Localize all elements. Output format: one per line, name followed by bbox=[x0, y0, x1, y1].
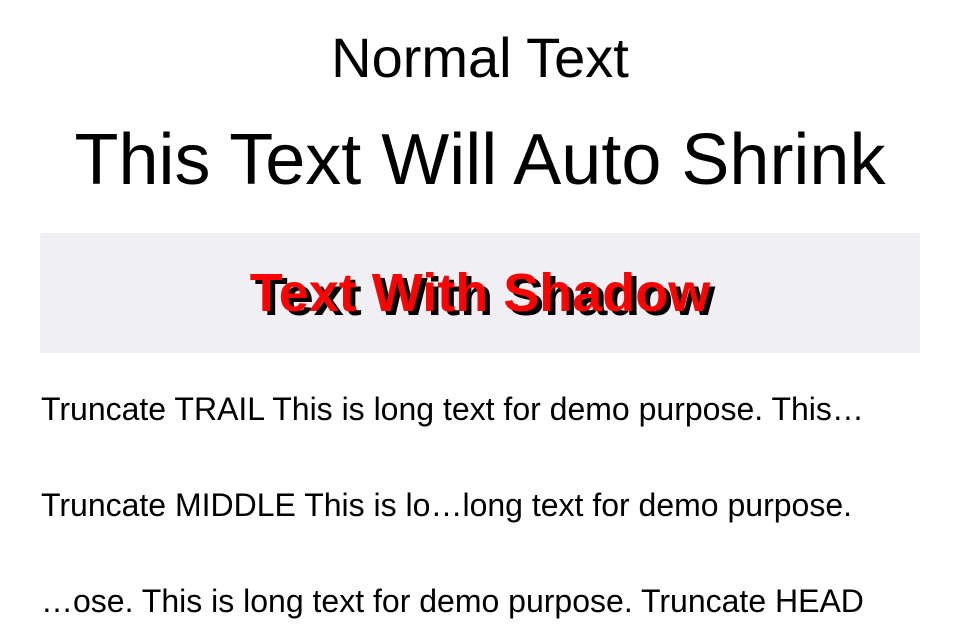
truncate-trail-label: Truncate TRAIL This is long text for dem… bbox=[41, 391, 864, 427]
auto-shrink-label: This Text Will Auto Shrink bbox=[74, 120, 886, 200]
truncate-middle-label: Truncate MIDDLE This is lo…long text for… bbox=[41, 487, 853, 523]
shadow-label-container: Text With Shadow bbox=[40, 233, 920, 353]
shadow-text-label: Text With Shadow bbox=[249, 263, 711, 323]
normal-text-label: Normal Text bbox=[331, 26, 629, 89]
truncate-head-label: …ose. This is long text for demo purpose… bbox=[41, 583, 864, 619]
